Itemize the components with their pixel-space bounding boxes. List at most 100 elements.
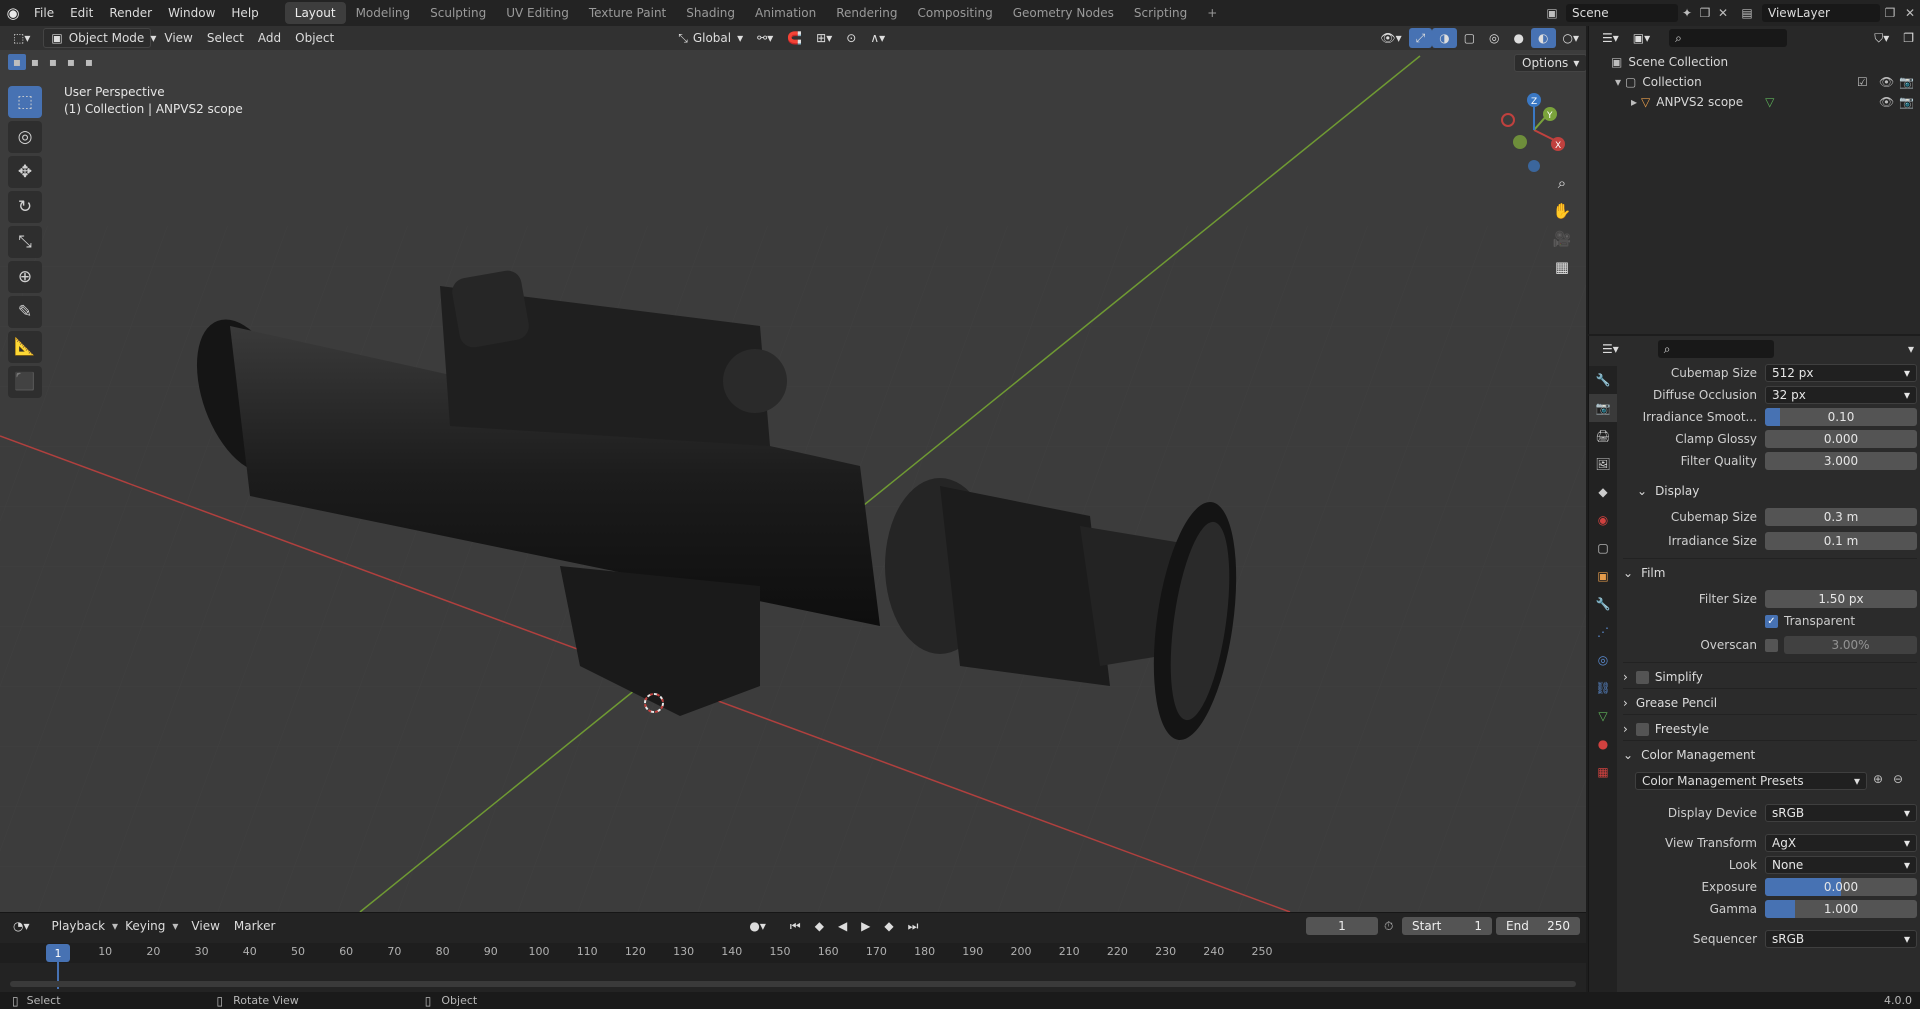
current-frame-field[interactable]: 1 [1306, 917, 1378, 935]
snap-icon[interactable]: 🧲 [780, 28, 809, 48]
display-device-dropdown[interactable]: sRGB ▾ [1765, 804, 1917, 822]
select-invert-icon[interactable]: ▪ [62, 54, 80, 70]
tab-geometry-nodes[interactable]: Geometry Nodes [1003, 2, 1124, 24]
pan-hand-icon[interactable]: ✋ [1548, 198, 1576, 224]
diffuse-occlusion-dropdown[interactable]: 32 px ▾ [1765, 386, 1917, 404]
outliner-search-input[interactable]: ⌕ [1669, 29, 1788, 47]
tab-rendering[interactable]: Rendering [826, 2, 907, 24]
annotate-tool-icon[interactable]: ✎ [8, 296, 42, 328]
object-tab-icon[interactable]: ▣ [1589, 562, 1617, 590]
data-tab-icon[interactable]: ▽ [1589, 702, 1617, 730]
remove-view-layer-icon[interactable]: ✕ [1900, 6, 1920, 20]
select-extend-icon[interactable]: ▪ [26, 54, 44, 70]
look-dropdown[interactable]: None ▾ [1765, 856, 1917, 874]
proportional-edit-icon[interactable]: ⊙ [839, 28, 863, 48]
properties-search-input[interactable]: ⌕ [1657, 340, 1774, 358]
chevron-down-icon[interactable]: ▾ [1901, 339, 1920, 359]
transform-tool-icon[interactable]: ⊕ [8, 261, 42, 293]
outliner-row-collection[interactable]: ▾ ▢ Collection ☑ 👁 📷 [1589, 72, 1920, 92]
gizmo-toggle-icon[interactable]: ⤢ [1408, 28, 1433, 48]
scene-selector[interactable]: Scene [1566, 4, 1678, 22]
remove-scene-icon[interactable]: ✕ [1714, 6, 1732, 20]
world-tab-icon[interactable]: ◉ [1589, 506, 1617, 534]
menu-add[interactable]: Add [251, 28, 288, 48]
overscan-field[interactable]: 3.00% [1784, 636, 1917, 654]
menu-edit[interactable]: Edit [62, 0, 101, 26]
select-new-icon[interactable]: ▪ [8, 54, 26, 70]
pin-icon[interactable]: ✦ [1678, 6, 1696, 20]
gamma-slider[interactable]: 1.000 [1765, 900, 1917, 918]
filter-quality-field[interactable]: 3.000 [1765, 452, 1917, 470]
tool-tab-icon[interactable]: 🔧 [1589, 366, 1617, 394]
texture-tab-icon[interactable]: ▦ [1589, 758, 1617, 786]
display-irradiance-field[interactable]: 0.1 m [1765, 532, 1917, 550]
new-collection-icon[interactable]: ❐ [1896, 28, 1920, 48]
display-mode-icon[interactable]: ▣▾ [1626, 28, 1657, 48]
xray-icon[interactable]: ▢ [1457, 28, 1482, 48]
clock-icon[interactable]: ⏱ [1384, 919, 1393, 934]
frame-ruler[interactable]: 10 20 30 40 50 60 70 80 90 100 110 120 130 140 150 160 1… [0, 943, 1586, 963]
cursor-tool-icon[interactable]: ◎ [8, 121, 42, 153]
render-tab-icon[interactable]: 📷 [1589, 394, 1617, 422]
camera-render-icon[interactable]: 📷 [1899, 75, 1914, 89]
remove-preset-icon[interactable]: ⊖ [1893, 772, 1903, 786]
menu-object[interactable]: Object [288, 28, 341, 48]
grease-pencil-panel-header[interactable]: › Grease Pencil [1623, 692, 1917, 714]
color-management-panel-header[interactable]: ⌄ Color Management [1623, 744, 1917, 766]
blender-logo-icon[interactable]: ◉ [0, 0, 26, 26]
wireframe-shading-icon[interactable]: ◎ [1482, 28, 1506, 48]
pivot-icon[interactable]: ⚯▾ [750, 28, 780, 48]
eye-icon[interactable]: 👁 [1879, 75, 1894, 89]
add-preset-icon[interactable]: ⊕ [1873, 772, 1883, 786]
camera-render-icon[interactable]: 📷 [1899, 95, 1914, 109]
scale-tool-icon[interactable]: ⤡ [8, 226, 42, 258]
scene-tab-icon[interactable]: ◆ [1589, 478, 1617, 506]
simplify-panel-header[interactable]: › Simplify [1623, 666, 1917, 688]
menu-window[interactable]: Window [160, 0, 223, 26]
tab-scripting[interactable]: Scripting [1124, 2, 1197, 24]
tab-shading[interactable]: Shading [676, 2, 745, 24]
playhead[interactable]: 1 [46, 944, 70, 962]
menu-select[interactable]: Select [200, 28, 251, 48]
rotate-tool-icon[interactable]: ↻ [8, 191, 42, 223]
editor-type-icon[interactable]: ⬚▾ [6, 28, 37, 48]
modifier-tab-icon[interactable]: 🔧 [1589, 590, 1617, 618]
expand-arrow-icon[interactable]: ▸ [1631, 95, 1637, 109]
add-cube-tool-icon[interactable]: ⬛ [8, 366, 42, 398]
outliner-row-scene-collection[interactable]: ▣ Scene Collection [1589, 52, 1920, 72]
collection-tab-icon[interactable]: ▢ [1589, 534, 1617, 562]
tab-uv-editing[interactable]: UV Editing [496, 2, 579, 24]
tab-texture-paint[interactable]: Texture Paint [579, 2, 676, 24]
exposure-slider[interactable]: 0.000 [1765, 878, 1917, 896]
checkbox-icon[interactable]: ☑ [1857, 75, 1868, 89]
menu-file[interactable]: File [26, 0, 62, 26]
expand-arrow-icon[interactable]: ▾ [1615, 75, 1621, 89]
particles-tab-icon[interactable]: ⋰ [1589, 618, 1617, 646]
visibility-icon[interactable]: 👁▾ [1373, 28, 1408, 48]
clamp-glossy-field[interactable]: 0.000 [1765, 430, 1917, 448]
outliner-editor-icon[interactable]: ☰▾ [1595, 28, 1626, 48]
properties-editor-icon[interactable]: ☰▾ [1595, 339, 1626, 359]
menu-view[interactable]: View [157, 28, 199, 48]
menu-help[interactable]: Help [223, 0, 266, 26]
snap-target-icon[interactable]: ⊞▾ [809, 28, 839, 48]
falloff-icon[interactable]: ∧▾ [863, 28, 892, 48]
timeline-editor-icon[interactable]: ◔▾ [6, 916, 37, 936]
filter-size-field[interactable]: 1.50 px [1765, 590, 1917, 608]
3d-viewport[interactable]: ⬚▾ ▣ Object Mode ▾ View Select Add Objec… [0, 26, 1586, 912]
view-layer-selector[interactable]: ViewLayer [1762, 4, 1880, 22]
add-workspace-button[interactable]: + [1197, 2, 1227, 24]
rendered-shading-icon[interactable]: ○▾ [1556, 28, 1587, 48]
new-view-layer-icon[interactable]: ❐ [1880, 6, 1900, 20]
outliner-row-object[interactable]: ▸ ▽ ANPVS2 scope ▽ 👁 📷 [1589, 92, 1920, 112]
scene-icon[interactable]: ▣ [1538, 6, 1566, 20]
move-tool-icon[interactable]: ✥ [8, 156, 42, 188]
mode-selector[interactable]: ▣ Object Mode ▾ [43, 28, 156, 48]
jump-end-icon[interactable]: ⏭ [901, 916, 926, 936]
solid-shading-icon[interactable]: ● [1507, 28, 1531, 48]
prev-keyframe-icon[interactable]: ◆ [808, 916, 831, 936]
display-panel-header[interactable]: ⌄ Display [1637, 480, 1920, 502]
menu-keying[interactable]: Keying [118, 916, 172, 936]
eye-icon[interactable]: 👁 [1879, 95, 1894, 109]
new-scene-icon[interactable]: ❐ [1696, 6, 1714, 20]
